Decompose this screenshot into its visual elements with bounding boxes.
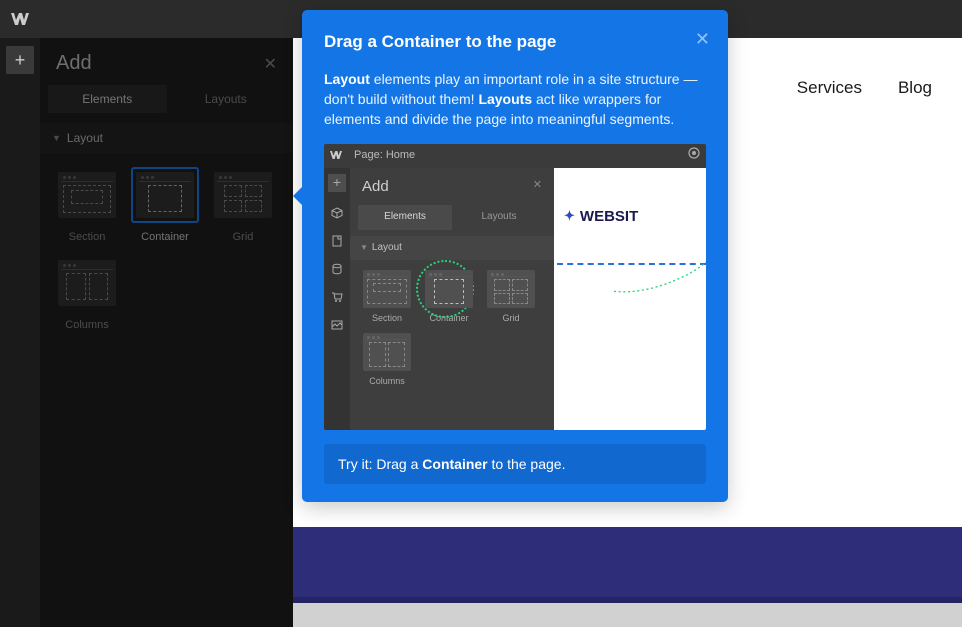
close-icon[interactable]: ✕: [264, 54, 277, 74]
plus-icon[interactable]: +: [328, 174, 346, 192]
tooltip-action: Try it: Drag a Container to the page.: [324, 444, 706, 484]
mini-element-grid[interactable]: Grid: [484, 270, 538, 325]
sparkle-icon: ✦: [564, 207, 575, 226]
caret-down-icon: ▼: [52, 133, 61, 143]
onboarding-tooltip: ✕ Drag a Container to the page Layout el…: [302, 10, 728, 502]
drag-arrow: [599, 228, 706, 308]
mini-element-columns[interactable]: Columns: [360, 333, 414, 388]
tab-elements[interactable]: Elements: [48, 85, 167, 113]
tab-layouts[interactable]: Layouts: [167, 85, 286, 113]
canvas-tint: [293, 597, 962, 627]
mini-add-panel: Add ✕ Elements Layouts ▼ Layout Section: [350, 168, 554, 430]
mini-panel-title: Add: [362, 176, 389, 198]
drop-target-line: [557, 263, 706, 265]
mini-tab-layouts[interactable]: Layouts: [452, 205, 546, 230]
close-icon[interactable]: ✕: [533, 178, 542, 194]
mini-element-section[interactable]: Section: [360, 270, 414, 325]
site-nav: Services Blog: [797, 78, 932, 98]
tooltip-title: Drag a Container to the page: [324, 30, 706, 55]
item-label: Grid: [233, 231, 254, 243]
webflow-logo-icon: [330, 146, 344, 165]
element-container[interactable]: Container: [132, 167, 198, 243]
ecommerce-icon[interactable]: [330, 290, 344, 304]
add-button[interactable]: +: [6, 46, 34, 74]
tooltip-illustration: Page: Home +: [324, 144, 706, 430]
add-panel: Add ✕ Elements Layouts ▼ Layout Section: [40, 38, 293, 627]
item-label: Section: [69, 231, 106, 243]
hero-section: [293, 527, 962, 603]
mini-left-rail: +: [324, 168, 350, 430]
cube-icon[interactable]: [330, 206, 344, 220]
panel-title: Add: [56, 52, 92, 75]
item-label: Columns: [65, 319, 108, 331]
preview-icon[interactable]: [688, 147, 700, 165]
cms-icon[interactable]: [330, 262, 344, 276]
page-label: Page: Home: [354, 148, 415, 164]
element-grid[interactable]: Grid: [210, 167, 276, 243]
mini-canvas-title: ✦ WEBSIT: [564, 206, 638, 228]
close-icon[interactable]: ✕: [695, 26, 710, 52]
item-label: Container: [141, 231, 189, 243]
caret-down-icon: ▼: [360, 242, 368, 254]
element-columns[interactable]: Columns: [54, 255, 120, 331]
mini-canvas: ✦ WEBSIT: [554, 168, 706, 430]
tooltip-body: Layout elements play an important role i…: [324, 69, 706, 130]
group-layout[interactable]: ▼ Layout: [40, 123, 293, 153]
mini-element-container[interactable]: Container: [422, 270, 476, 325]
element-section[interactable]: Section: [54, 167, 120, 243]
pages-icon[interactable]: [330, 234, 344, 248]
mini-tab-elements[interactable]: Elements: [358, 205, 452, 230]
group-label: Layout: [67, 131, 103, 145]
webflow-logo[interactable]: [6, 5, 34, 33]
mini-group-layout[interactable]: ▼ Layout: [350, 236, 554, 261]
nav-blog[interactable]: Blog: [898, 78, 932, 98]
assets-icon[interactable]: [330, 318, 344, 332]
nav-services[interactable]: Services: [797, 78, 862, 98]
left-rail: +: [0, 38, 40, 627]
